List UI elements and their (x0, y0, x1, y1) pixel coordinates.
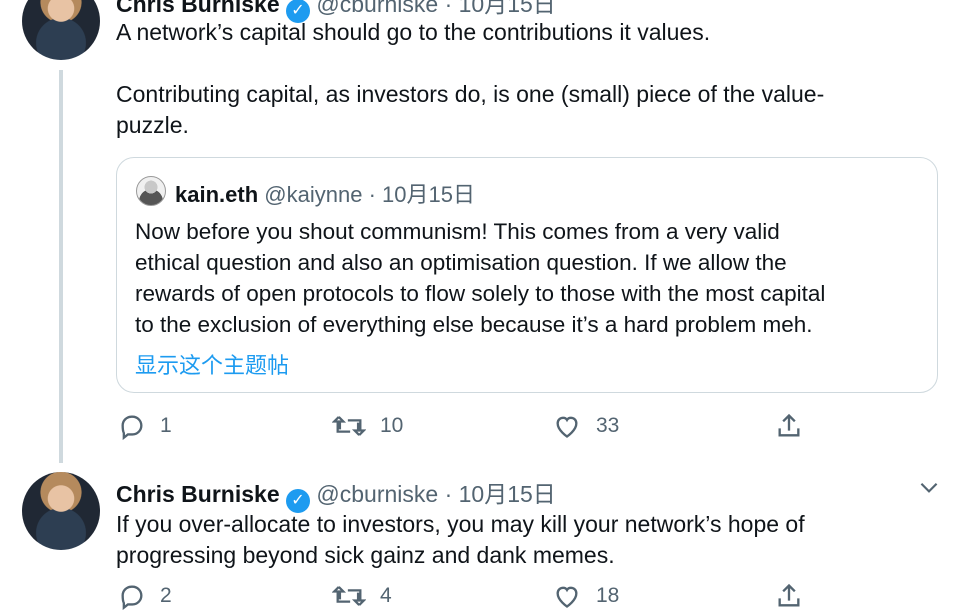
quoted-text-line4: to the exclusion of everything else beca… (135, 312, 813, 337)
like-button[interactable]: 18 (552, 582, 619, 610)
retweet-count: 10 (380, 414, 404, 437)
tweet-date[interactable]: 10月15日 (459, 481, 556, 507)
reply-icon (118, 582, 146, 610)
avatar[interactable] (22, 472, 100, 550)
retweet-button[interactable]: 10 (332, 412, 403, 440)
tweet-text-line1: A network’s capital should go to the con… (116, 19, 711, 45)
share-icon (775, 581, 803, 611)
separator-dot: · (444, 481, 453, 507)
author-handle[interactable]: @cburniske (316, 481, 438, 507)
share-icon (775, 411, 803, 441)
tweet-header: Chris Burniske ✓ @cburniske · 10月15日 (116, 475, 556, 513)
tweet-text-line3: puzzle. (116, 112, 189, 138)
quoted-avatar[interactable] (136, 176, 166, 206)
separator-dot: · (444, 0, 453, 17)
share-button[interactable] (775, 411, 803, 441)
reply-count: 2 (160, 584, 172, 607)
author-name[interactable]: Chris Burniske (116, 481, 280, 507)
like-count: 33 (596, 414, 620, 437)
retweet-icon (332, 412, 366, 440)
tweet-text-line1: If you over-allocate to investors, you m… (116, 511, 805, 537)
quoted-text-line1: Now before you shout communism! This com… (135, 219, 780, 244)
share-button[interactable] (775, 581, 803, 611)
thread-connector-line (59, 70, 63, 463)
quoted-text-line2: ethical question and also an optimisatio… (135, 250, 787, 275)
like-count: 18 (596, 584, 620, 607)
show-thread-link[interactable]: 显示这个主题帖 (135, 348, 289, 380)
author-handle[interactable]: @cburniske (316, 0, 438, 17)
retweet-button[interactable]: 4 (332, 582, 392, 610)
like-button[interactable]: 33 (552, 412, 619, 440)
reply-icon (118, 412, 146, 440)
retweet-count: 4 (380, 584, 392, 607)
author-name[interactable]: Chris Burniske (116, 0, 280, 17)
reply-button[interactable]: 2 (118, 582, 172, 610)
heart-icon (552, 412, 582, 440)
quoted-tweet-card[interactable]: kain.eth @kaiynne · 10月15日 Now before yo… (116, 157, 938, 393)
quoted-date[interactable]: 10月15日 (382, 182, 475, 207)
retweet-icon (332, 582, 366, 610)
reply-count: 1 (160, 414, 172, 437)
reply-button[interactable]: 1 (118, 412, 172, 440)
chevron-down-icon[interactable] (916, 476, 942, 498)
quoted-text-line3: rewards of open protocols to flow solely… (135, 281, 826, 306)
quoted-author-handle[interactable]: @kaiynne (264, 182, 362, 207)
avatar[interactable] (22, 0, 100, 60)
quoted-author-name[interactable]: kain.eth (175, 182, 258, 207)
separator-dot: · (368, 182, 376, 207)
tweet-date[interactable]: 10月15日 (459, 0, 556, 17)
quoted-header: kain.eth @kaiynne · 10月15日 (175, 177, 475, 209)
tweet-text-line2: Contributing capital, as investors do, i… (116, 81, 825, 107)
heart-icon (552, 582, 582, 610)
tweet-text-line2: progressing beyond sick gainz and dank m… (116, 542, 615, 568)
